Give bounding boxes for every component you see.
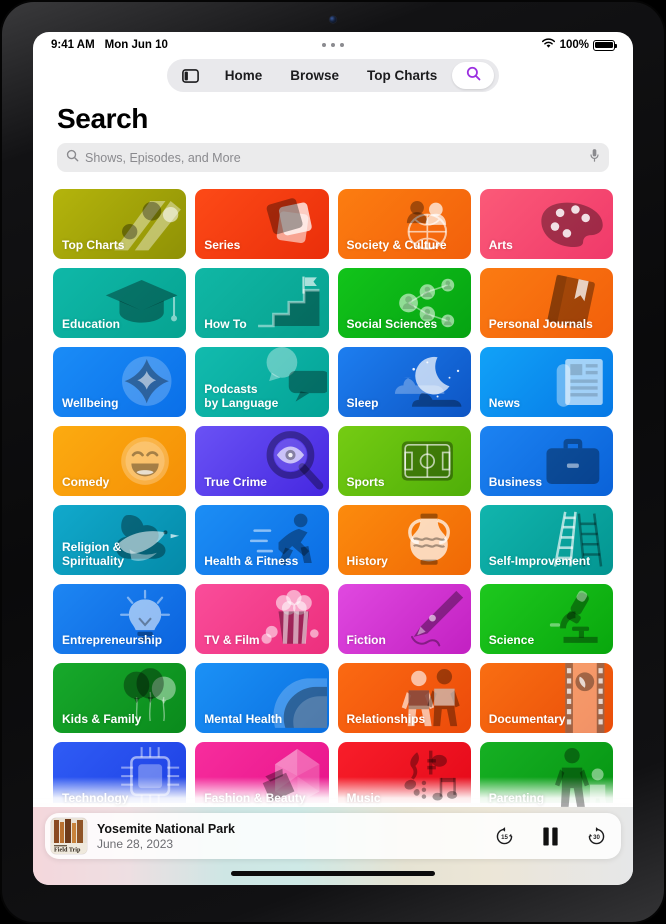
battery-full-icon [593, 39, 618, 51]
category-tile-label: Technology [62, 790, 129, 805]
category-tile[interactable]: Mental Health [195, 663, 329, 733]
category-tile-label: Health & Fitness [204, 553, 299, 568]
page-title: Search [57, 103, 148, 134]
category-tile-label: Podcasts by Language [204, 382, 279, 410]
category-tile[interactable]: Series [195, 189, 329, 259]
category-tile-label: Documentary [488, 711, 566, 726]
category-tile-label: Business [488, 474, 543, 489]
category-tile[interactable]: Business [479, 426, 613, 496]
category-tile[interactable]: Top Charts [53, 189, 187, 259]
status-time: 9:41 AM [51, 39, 95, 51]
tab-search[interactable] [452, 62, 495, 89]
category-tile-label: Top Charts [62, 237, 125, 252]
category-tile-label: Self-Improvement [488, 553, 591, 568]
category-tile-label: Fiction [346, 632, 386, 647]
skip-forward-30-icon[interactable]: 30 [586, 826, 607, 847]
sidebar-toggle-icon[interactable] [172, 62, 210, 89]
top-tab-bar-container: Home Browse Top Charts [33, 59, 633, 92]
category-tile-label: Arts [488, 237, 513, 252]
tab-browse[interactable]: Browse [277, 62, 352, 89]
now-playing-subtitle: June 28, 2023 [97, 836, 174, 851]
category-tile[interactable]: Podcasts by Language [195, 347, 329, 417]
category-tile-label: Society & Culture [346, 237, 447, 252]
top-tab-bar: Home Browse Top Charts [166, 59, 500, 92]
category-tile[interactable]: Self-Improvement [479, 505, 613, 575]
category-tile-label: Relationships [346, 711, 426, 726]
category-tile-label: TV & Film [204, 632, 260, 647]
category-tile[interactable]: Documentary [479, 663, 613, 733]
category-tile-label: Science [488, 632, 535, 647]
tab-home[interactable]: Home [212, 62, 276, 89]
category-tile[interactable]: True Crime [195, 426, 329, 496]
status-bar: 9:41 AM Mon Jun 10 100% [33, 32, 633, 58]
search-placeholder: Shows, Episodes, and More [85, 150, 241, 165]
category-tile-label: Parenting [488, 790, 545, 805]
category-tile-label: True Crime [204, 474, 267, 489]
category-tile-label: Music [346, 790, 381, 805]
category-tile[interactable]: Relationships [337, 663, 471, 733]
category-tile[interactable]: Wellbeing [53, 347, 187, 417]
category-tile-label: Wellbeing [62, 395, 119, 410]
category-tile[interactable]: TV & Film [195, 584, 329, 654]
category-tile[interactable]: Religion & Spirituality [53, 505, 187, 575]
category-grid: Top Charts Series Society & Culture Arts Edu… [53, 189, 613, 812]
category-tile-label: Religion & Spirituality [62, 540, 125, 568]
category-tile[interactable]: Health & Fitness [195, 505, 329, 575]
now-playing-title: Yosemite National Park [97, 821, 236, 836]
skip-back-label: 15 [501, 834, 508, 841]
category-tile-label: Education [62, 316, 121, 331]
page-content: Search Shows, Episodes, and More Top Cha… [33, 92, 633, 885]
screen: 9:41 AM Mon Jun 10 100% Home Browse Top … [33, 32, 633, 885]
category-tile[interactable]: Kids & Family [53, 663, 187, 733]
category-tile-label: Mental Health [204, 711, 283, 726]
battery-percent: 100% [559, 39, 589, 51]
category-tile[interactable]: Arts [479, 189, 613, 259]
tab-top-charts[interactable]: Top Charts [354, 62, 450, 89]
category-tile-label: Entrepreneurship [62, 632, 163, 647]
wifi-icon [541, 38, 556, 52]
category-tile-label: Social Sciences [346, 316, 438, 331]
category-tile[interactable]: Society & Culture [337, 189, 471, 259]
skip-back-15-icon[interactable]: 15 [494, 826, 515, 847]
category-tile[interactable]: Science [479, 584, 613, 654]
category-tile-label: Comedy [62, 474, 110, 489]
category-tile-label: Series [204, 237, 241, 252]
front-camera-icon [329, 16, 337, 23]
now-playing-meta: Yosemite National Park June 28, 2023 [97, 822, 494, 851]
now-playing-bar[interactable]: Field Trip Yosemite National Park June 2… [45, 813, 621, 859]
status-date: Mon Jun 10 [104, 39, 168, 51]
search-icon [466, 66, 481, 86]
category-tile-label: Fashion & Beauty [204, 790, 306, 805]
category-tile[interactable]: Entrepreneurship [53, 584, 187, 654]
search-icon [66, 149, 79, 167]
artwork-caption: Field Trip [54, 846, 81, 853]
category-tile[interactable]: Education [53, 268, 187, 338]
category-tile-label: Sports [346, 474, 385, 489]
category-tile[interactable]: Sleep [337, 347, 471, 417]
category-tile[interactable]: Comedy [53, 426, 187, 496]
multitasking-control[interactable] [322, 43, 344, 47]
category-tile-label: History [346, 553, 388, 568]
category-tile[interactable]: Sports [337, 426, 471, 496]
search-input[interactable]: Shows, Episodes, and More [57, 143, 609, 172]
category-tile[interactable]: Personal Journals [479, 268, 613, 338]
category-tile[interactable]: History [337, 505, 471, 575]
category-tile-label: Kids & Family [62, 711, 142, 726]
pause-icon[interactable] [541, 826, 560, 847]
microphone-icon[interactable] [589, 148, 600, 168]
ipad-device-frame: 9:41 AM Mon Jun 10 100% Home Browse Top … [0, 0, 666, 924]
category-tile-label: How To [204, 316, 247, 331]
category-tile-label: Personal Journals [488, 316, 593, 331]
skip-forward-label: 30 [593, 834, 600, 841]
home-indicator[interactable] [231, 871, 435, 876]
category-tile-label: News [488, 395, 521, 410]
category-tile[interactable]: News [479, 347, 613, 417]
category-tile[interactable]: Fiction [337, 584, 471, 654]
now-playing-controls: 15 30 [494, 826, 607, 847]
category-tile[interactable]: How To [195, 268, 329, 338]
category-tile[interactable]: Social Sciences [337, 268, 471, 338]
category-tile-label: Sleep [346, 395, 379, 410]
now-playing-artwork: Field Trip [51, 818, 87, 854]
